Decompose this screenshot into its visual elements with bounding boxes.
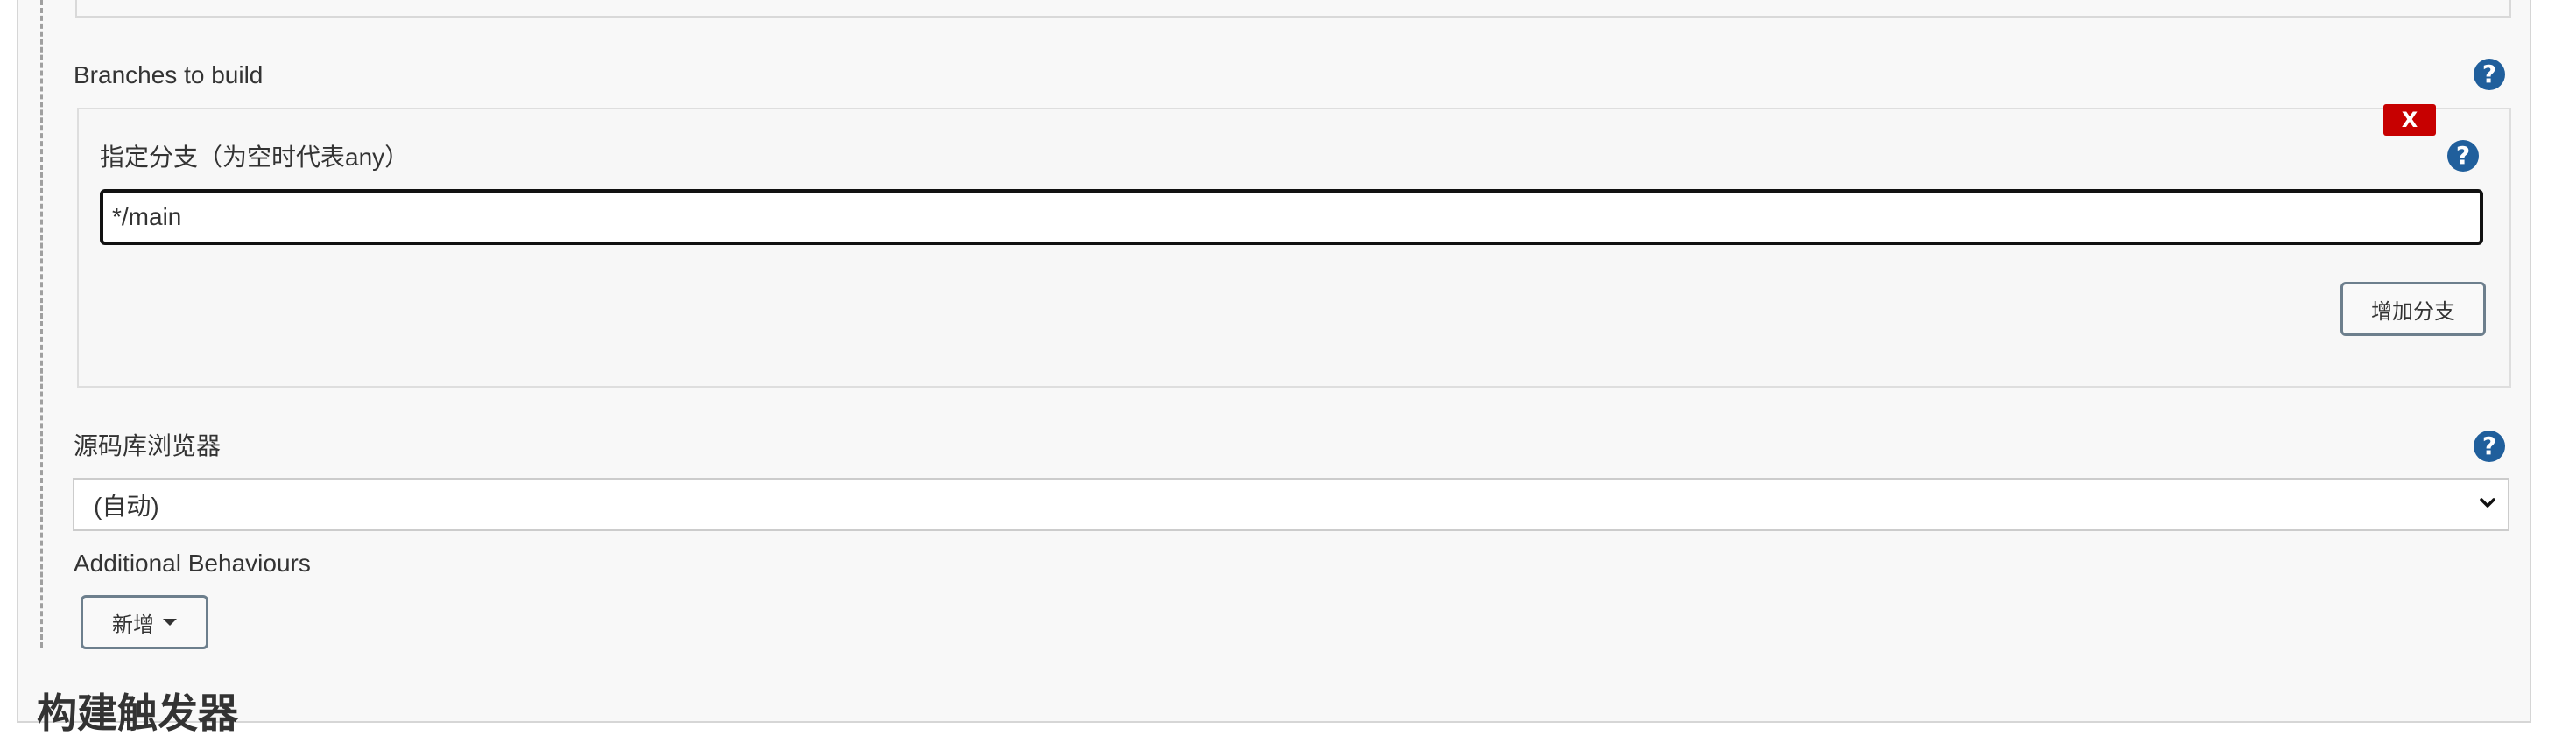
branch-spec-input[interactable]	[100, 189, 2483, 245]
caret-down-icon	[163, 619, 177, 626]
branches-help-icon[interactable]: ?	[2474, 59, 2505, 90]
branches-to-build-label: Branches to build	[74, 61, 264, 88]
section-rail	[40, 0, 43, 648]
add-behaviour-button[interactable]: 新增	[81, 595, 208, 649]
repo-browser-selected-value: (自动)	[94, 492, 159, 520]
previous-section-box	[75, 0, 2511, 18]
chevron-down-icon	[2480, 498, 2495, 508]
add-branch-button[interactable]: 增加分支	[2340, 282, 2486, 336]
branch-spec-help-icon[interactable]: ?	[2447, 140, 2479, 172]
repo-browser-help-icon[interactable]: ?	[2474, 431, 2505, 462]
repo-browser-select[interactable]: (自动)	[73, 478, 2509, 531]
branch-spec-box	[77, 108, 2511, 388]
delete-branch-button[interactable]: X	[2383, 104, 2436, 136]
repo-browser-label: 源码库浏览器	[74, 432, 222, 459]
add-branch-label: 增加分支	[2371, 299, 2455, 324]
branch-spec-label: 指定分支（为空时代表any）	[100, 144, 410, 171]
add-behaviour-label: 新增	[112, 613, 154, 637]
additional-behaviours-label: Additional Behaviours	[74, 550, 311, 577]
build-triggers-heading: 构建触发器	[37, 690, 238, 736]
